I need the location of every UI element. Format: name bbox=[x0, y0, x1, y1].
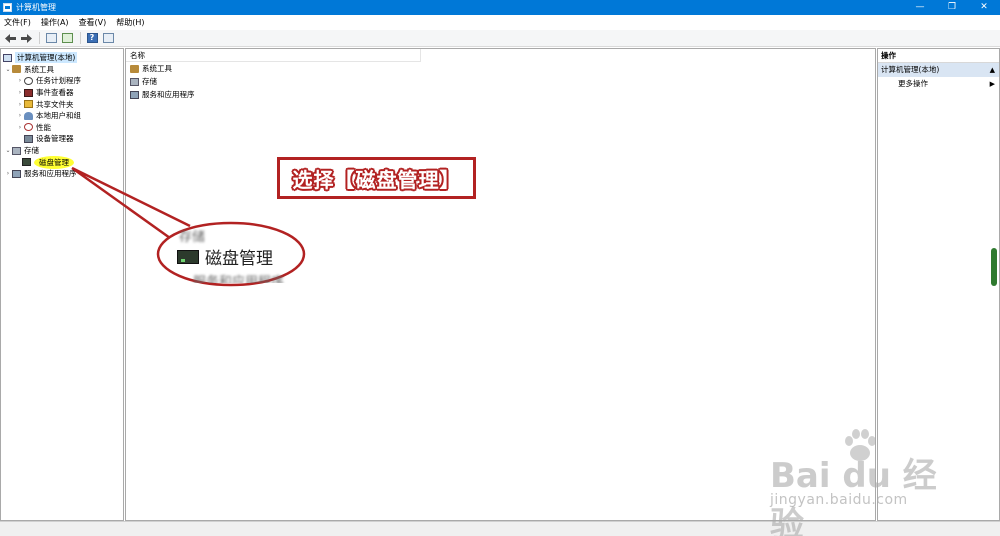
submenu-arrow-icon: ▶ bbox=[989, 80, 995, 88]
computer-icon bbox=[3, 53, 12, 62]
chevron-right-icon[interactable]: › bbox=[16, 89, 24, 96]
chevron-right-icon[interactable]: › bbox=[16, 77, 24, 84]
list-item[interactable]: 系统工具 bbox=[126, 62, 875, 75]
tree-item-performance[interactable]: › 性能 bbox=[1, 122, 123, 134]
event-viewer-icon bbox=[24, 88, 33, 97]
users-icon bbox=[24, 111, 33, 120]
clock-icon bbox=[24, 76, 33, 85]
tree-item-label: 服务和应用程序 bbox=[24, 169, 77, 179]
action-pane: 操作 计算机管理(本地) ▲ 更多操作 ▶ bbox=[877, 48, 1000, 521]
tree-item-root[interactable]: 计算机管理(本地) bbox=[1, 52, 123, 64]
scrollbar-thumb[interactable] bbox=[991, 248, 997, 286]
close-button[interactable]: ✕ bbox=[968, 0, 1000, 15]
tree-item-event-viewer[interactable]: › 事件查看器 bbox=[1, 87, 123, 99]
console-tree-icon bbox=[45, 33, 57, 43]
tree-item-local-users[interactable]: › 本地用户和组 bbox=[1, 110, 123, 122]
tools-icon bbox=[130, 64, 139, 73]
result-pane: 名称 系统工具 存储 服务和应用程序 bbox=[125, 48, 876, 521]
tree-item-label: 事件查看器 bbox=[36, 88, 74, 98]
performance-icon bbox=[24, 123, 33, 132]
device-manager-icon bbox=[24, 134, 33, 143]
action-item-label: 更多操作 bbox=[898, 79, 928, 88]
minimize-button[interactable]: — bbox=[904, 0, 936, 15]
tree-item-label: 计算机管理(本地) bbox=[15, 52, 78, 64]
chevron-right-icon[interactable]: › bbox=[16, 101, 24, 108]
tree-item-shared-folders[interactable]: › 共享文件夹 bbox=[1, 98, 123, 110]
tree-item-services-apps[interactable]: › 服务和应用程序 bbox=[1, 168, 123, 180]
disk-icon bbox=[177, 249, 199, 264]
tree-item-device-manager[interactable]: 设备管理器 bbox=[1, 133, 123, 145]
list-item[interactable]: 服务和应用程序 bbox=[126, 88, 875, 101]
chevron-down-icon[interactable]: ⌄ bbox=[4, 147, 12, 154]
list-item-label: 存储 bbox=[142, 77, 157, 86]
restore-button[interactable]: ❐ bbox=[936, 0, 968, 15]
action-section-computer-management[interactable]: 计算机管理(本地) ▲ bbox=[878, 63, 999, 77]
chevron-right-icon[interactable]: › bbox=[16, 124, 24, 131]
instruction-callout: 选择【磁盘管理】 bbox=[277, 157, 476, 199]
zoom-ghost-text-top: 存储 bbox=[179, 230, 206, 245]
title-bar: 计算机管理 — ❐ ✕ bbox=[0, 0, 1000, 15]
shared-folder-icon bbox=[24, 100, 33, 109]
chevron-right-icon[interactable]: › bbox=[4, 170, 12, 177]
action-pane-icon bbox=[102, 33, 114, 43]
help-button[interactable]: ? bbox=[85, 32, 99, 45]
column-header-name[interactable]: 名称 bbox=[126, 49, 421, 62]
zoom-disk-management: 磁盘管理 bbox=[177, 244, 273, 269]
menu-help[interactable]: 帮助(H) bbox=[116, 17, 144, 28]
tree-item-label: 任务计划程序 bbox=[36, 76, 81, 86]
chevron-down-icon[interactable]: ⌄ bbox=[4, 66, 12, 73]
list-item[interactable]: 存储 bbox=[126, 75, 875, 88]
tree-item-task-scheduler[interactable]: › 任务计划程序 bbox=[1, 75, 123, 87]
zoom-bubble-content: 存储 磁盘管理 服务和应用程序 bbox=[165, 225, 300, 283]
window-controls: — ❐ ✕ bbox=[904, 0, 1000, 15]
storage-icon bbox=[12, 146, 21, 155]
tree-item-disk-management[interactable]: 磁盘管理 bbox=[1, 155, 123, 169]
tools-icon bbox=[12, 65, 21, 74]
console-tree: 计算机管理(本地) ⌄ 系统工具 › 任务计划程序 › 事件查看器 › 共享文件… bbox=[1, 49, 123, 180]
export-icon bbox=[61, 33, 73, 43]
show-hide-tree-button[interactable] bbox=[44, 32, 58, 45]
window-title: 计算机管理 bbox=[16, 3, 56, 12]
zoom-label: 磁盘管理 bbox=[205, 249, 273, 269]
toolbar: ? bbox=[0, 30, 1000, 47]
menu-file[interactable]: 文件(F) bbox=[4, 17, 31, 28]
disk-icon bbox=[22, 158, 31, 167]
back-button[interactable] bbox=[3, 32, 17, 45]
tree-item-label: 共享文件夹 bbox=[36, 99, 74, 109]
action-pane-header: 操作 bbox=[878, 49, 999, 63]
console-tree-pane: 计算机管理(本地) ⌄ 系统工具 › 任务计划程序 › 事件查看器 › 共享文件… bbox=[0, 48, 124, 521]
tree-item-storage[interactable]: ⌄ 存储 bbox=[1, 145, 123, 157]
storage-icon bbox=[130, 77, 139, 86]
tree-item-system-tools[interactable]: ⌄ 系统工具 bbox=[1, 64, 123, 76]
show-action-pane-button[interactable] bbox=[101, 32, 115, 45]
menu-action[interactable]: 操作(A) bbox=[41, 17, 69, 28]
zoom-ghost-text-bottom: 服务和应用程序 bbox=[193, 275, 285, 283]
services-icon bbox=[130, 90, 139, 99]
status-bar bbox=[0, 521, 1000, 536]
tree-item-label: 存储 bbox=[24, 146, 39, 156]
list-item-label: 系统工具 bbox=[142, 64, 172, 73]
services-icon bbox=[12, 169, 21, 178]
action-more-actions[interactable]: 更多操作 ▶ bbox=[878, 77, 999, 91]
list-item-label: 服务和应用程序 bbox=[142, 90, 195, 99]
tree-item-label: 本地用户和组 bbox=[36, 111, 81, 121]
help-icon: ? bbox=[86, 33, 98, 43]
chevron-right-icon[interactable]: › bbox=[16, 112, 24, 119]
computer-management-icon bbox=[3, 3, 12, 12]
menu-view[interactable]: 查看(V) bbox=[79, 17, 107, 28]
menu-bar: 文件(F) 操作(A) 查看(V) 帮助(H) bbox=[0, 15, 1000, 30]
arrow-right-icon bbox=[20, 33, 32, 43]
arrow-left-icon bbox=[4, 33, 16, 43]
forward-button[interactable] bbox=[19, 32, 33, 45]
export-list-button[interactable] bbox=[60, 32, 74, 45]
action-section-label: 计算机管理(本地) bbox=[881, 65, 940, 74]
tree-item-label: 磁盘管理 bbox=[34, 155, 74, 169]
instruction-text: 选择【磁盘管理】 bbox=[292, 167, 461, 192]
collapse-up-icon[interactable]: ▲ bbox=[990, 63, 995, 77]
toolbar-separator bbox=[80, 32, 81, 44]
tree-item-label: 系统工具 bbox=[24, 64, 54, 74]
tree-item-label: 设备管理器 bbox=[36, 134, 74, 144]
tree-item-label: 性能 bbox=[36, 122, 51, 132]
toolbar-separator bbox=[39, 32, 40, 44]
